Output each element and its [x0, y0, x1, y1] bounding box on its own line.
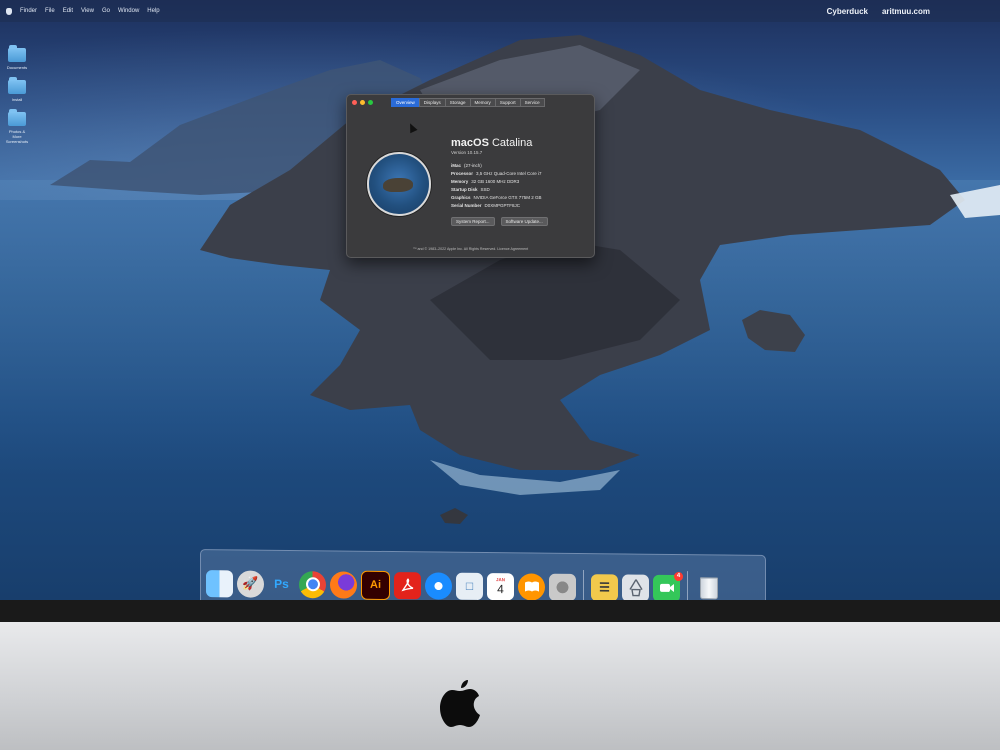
trash-can-shape — [699, 577, 718, 600]
spec-value: SSD — [480, 187, 490, 192]
copyright-text: ™ and © 1983–2022 Apple Inc. All Rights … — [412, 247, 529, 251]
menu-view[interactable]: View — [81, 8, 94, 14]
spec-row: Memory 32 GB 1600 MHz DDR3 — [451, 178, 542, 186]
menu-edit[interactable]: Edit — [63, 8, 73, 14]
spec-value: (27-inch) — [464, 163, 482, 168]
monitor-bezel — [0, 600, 1000, 622]
spec-key: Startup Disk — [451, 187, 478, 192]
facetime-glyph — [659, 583, 674, 592]
preview-icon[interactable]: □ — [456, 572, 483, 600]
chrome-icon[interactable] — [299, 570, 326, 598]
acrobat-glyph — [400, 578, 413, 592]
spec-row: Serial Number D0XMPGPTF8JC — [451, 202, 542, 210]
right-shore — [950, 185, 1000, 218]
monitor-chin — [0, 622, 1000, 750]
menu-finder[interactable]: Finder — [20, 8, 37, 14]
trash-icon[interactable] — [695, 575, 722, 600]
books-glyph — [524, 581, 539, 592]
acrobat-icon[interactable] — [394, 571, 421, 599]
menu-bar: Finder File Edit View Go Window Help Cyb… — [0, 0, 1000, 22]
safari-needle — [435, 582, 442, 589]
tab-displays[interactable]: Displays — [418, 98, 446, 107]
spec-value: NVIDIA GeForce GTX 775M 2 GB — [473, 195, 542, 200]
window-titlebar[interactable]: Overview Displays Storage Memory Support… — [347, 95, 594, 109]
finder-icon[interactable] — [206, 569, 233, 597]
dock-separator — [583, 570, 584, 600]
spec-row: Processor 3,5 GHz Quad-Core Intel Core i… — [451, 170, 542, 178]
spec-key: Processor — [451, 171, 474, 176]
about-this-mac-window: Overview Displays Storage Memory Support… — [346, 94, 595, 258]
spec-key: Memory — [451, 179, 469, 184]
calendar-day: 4 — [497, 581, 504, 596]
minimize-button[interactable] — [360, 99, 365, 105]
spec-row: Startup Disk SSD — [451, 186, 542, 194]
system-preferences-icon[interactable] — [549, 573, 576, 600]
menubar-extra[interactable]: aritmuu.com — [882, 7, 930, 16]
notification-badge: 4 — [674, 571, 683, 581]
tab-memory[interactable]: Memory — [469, 98, 496, 107]
software-update-button[interactable]: Software Update... — [500, 217, 548, 226]
archive-glyph — [628, 579, 643, 597]
catalina-island-wallpaper — [50, 35, 1000, 524]
archive-utility-icon[interactable] — [622, 573, 649, 600]
firefox-icon[interactable] — [330, 570, 357, 599]
catalina-logo-icon — [367, 152, 431, 216]
os-name-suffix: Catalina — [491, 137, 533, 149]
desktop-item-label: Photos & More Screenshots — [5, 129, 29, 144]
small-islet — [742, 310, 805, 352]
spec-key: Graphics — [451, 195, 471, 200]
menu-help[interactable]: Help — [147, 8, 159, 14]
apple-menu-icon[interactable] — [6, 7, 12, 15]
tab-service[interactable]: Service — [519, 98, 545, 107]
apple-logo-icon — [440, 680, 480, 727]
spec-row: iMac (27-inch) — [451, 162, 542, 170]
zoom-button[interactable] — [368, 99, 373, 105]
menu-window[interactable]: Window — [118, 8, 139, 14]
window-buttons: System Report... Software Update... — [451, 217, 548, 226]
tiny-rock — [440, 508, 468, 524]
spec-value: D0XMPGPTF8JC — [484, 203, 521, 208]
os-name: macOS Catalina — [451, 137, 532, 149]
desktop-screen: Finder File Edit View Go Window Help Cyb… — [0, 0, 1000, 600]
spec-list: iMac (27-inch) Processor 3,5 GHz Quad-Co… — [451, 162, 542, 210]
menubar-cyberduck[interactable]: Cyberduck — [827, 7, 868, 16]
tab-bar: Overview Displays Storage Memory Support… — [391, 98, 545, 107]
close-button[interactable] — [352, 99, 357, 105]
desktop-item-install[interactable]: Install — [4, 77, 30, 102]
photoshop-icon[interactable]: Ps — [268, 570, 295, 597]
books-icon[interactable] — [518, 572, 545, 600]
menu-go[interactable]: Go — [102, 8, 110, 14]
spec-key: Serial Number — [451, 203, 482, 208]
spec-key: iMac — [451, 163, 462, 168]
folder-icon — [8, 45, 26, 62]
os-version: Version 10.15.7 — [451, 150, 483, 155]
os-name-prefix: macOS — [451, 137, 489, 149]
desktop-item-photos[interactable]: Photos & More Screenshots — [4, 109, 30, 144]
desktop-item-label: Install — [11, 97, 23, 102]
desktop-item-documents[interactable]: Documents — [4, 45, 30, 70]
illustrator-icon[interactable]: Ai — [361, 570, 390, 600]
spec-value: 3,5 GHz Quad-Core Intel Core i7 — [476, 171, 542, 176]
folder-icon — [8, 77, 26, 94]
launchpad-icon[interactable]: 🚀 — [237, 569, 264, 598]
tab-overview[interactable]: Overview — [391, 98, 420, 107]
facetime-icon[interactable]: 4 — [653, 571, 683, 600]
safari-icon[interactable] — [425, 571, 452, 600]
folder-icon — [8, 109, 26, 126]
spec-row: Graphics NVIDIA GeForce GTX 775M 2 GB — [451, 194, 542, 202]
dock-separator — [687, 571, 688, 600]
tab-storage[interactable]: Storage — [444, 98, 471, 107]
tab-support[interactable]: Support — [494, 98, 521, 107]
cyberduck-icon[interactable]: ☰ — [591, 573, 618, 600]
calendar-icon[interactable]: JAN 4 — [487, 572, 514, 600]
desktop-icons: Documents Install Photos & More Screensh… — [4, 45, 30, 144]
spec-value: 32 GB 1600 MHz DDR3 — [471, 179, 520, 184]
menu-file[interactable]: File — [45, 8, 55, 14]
dock: 🚀 Ps Ai □ JAN 4 ☰ 4 — [200, 549, 766, 600]
desktop-item-label: Documents — [6, 65, 28, 70]
system-report-button[interactable]: System Report... — [451, 217, 495, 226]
